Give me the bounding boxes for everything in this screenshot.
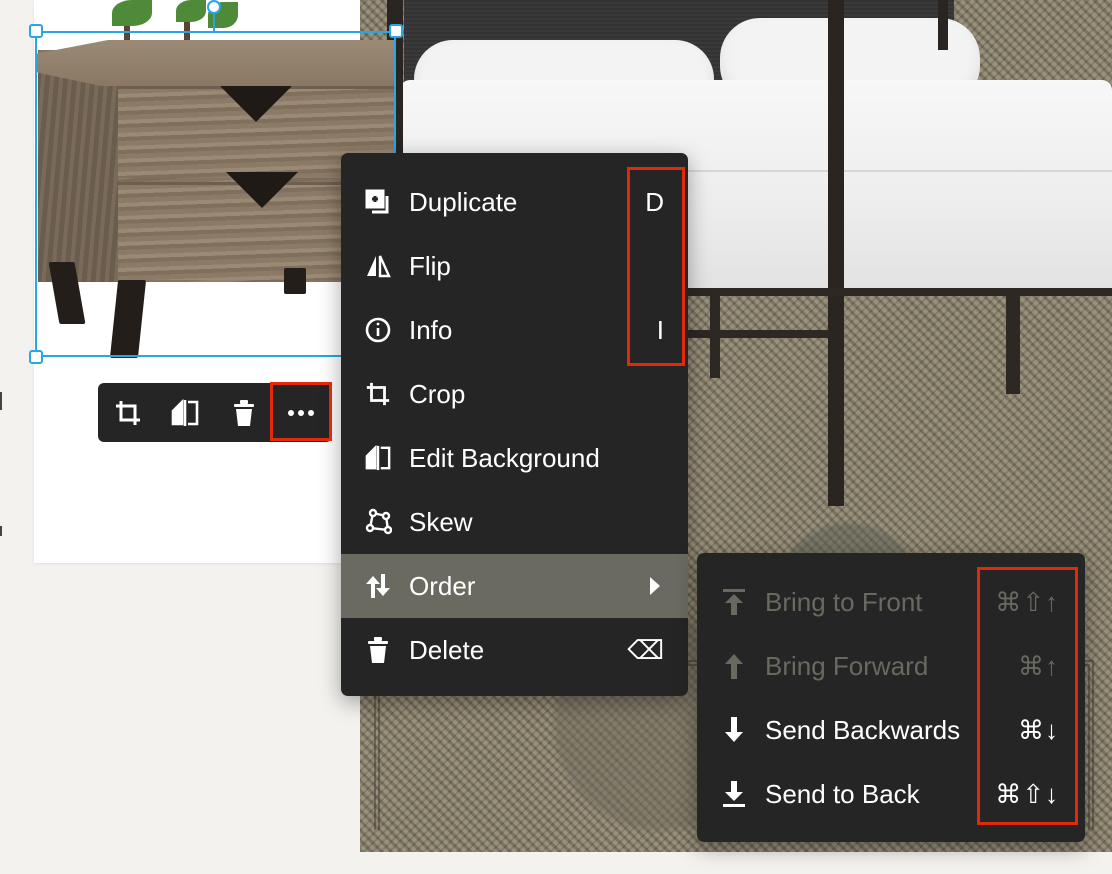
menu-item-label: Flip (409, 250, 451, 281)
delete-button[interactable] (224, 393, 264, 433)
shortcut-label: I (656, 314, 664, 345)
menu-item-crop[interactable]: Crop (341, 362, 688, 426)
bring-forward-icon (719, 651, 749, 681)
order-submenu: Bring to Front ⌘⇧↑ Bring Forward ⌘↑ Send… (697, 553, 1085, 842)
rotation-handle[interactable] (207, 0, 221, 14)
send-to-back-icon (719, 779, 749, 809)
crop-icon (116, 401, 140, 425)
edge-tick-2 (0, 526, 2, 536)
menu-item-label: Skew (409, 506, 473, 537)
flip-horizontal-icon (171, 399, 199, 426)
more-options-icon (288, 410, 314, 416)
bed-side-rail (688, 288, 1112, 296)
rotation-handle-line (213, 12, 215, 32)
submenu-item-bring-to-front[interactable]: Bring to Front ⌘⇧↑ (697, 570, 1085, 634)
menu-item-label: Duplicate (409, 186, 518, 217)
submenu-arrow-icon (650, 577, 660, 595)
crop-button[interactable] (108, 393, 148, 433)
resize-handle-top-left[interactable] (29, 24, 43, 38)
bring-to-front-icon (719, 587, 749, 617)
shortcut-label: ⌘↓ (1018, 714, 1059, 745)
bed-post-back (938, 0, 948, 50)
shortcut-label: ⌘⇧↓ (995, 778, 1059, 809)
plant-leaf (112, 0, 152, 26)
submenu-item-bring-forward[interactable]: Bring Forward ⌘↑ (697, 634, 1085, 698)
send-backwards-icon (719, 715, 749, 745)
trash-icon (363, 635, 393, 665)
edge-tick-1 (0, 392, 2, 410)
menu-item-label: Delete (409, 634, 485, 665)
submenu-item-label: Bring to Front (765, 586, 923, 617)
menu-item-duplicate[interactable]: Duplicate D (341, 170, 688, 234)
order-icon (363, 571, 393, 601)
menu-item-label: Crop (409, 378, 466, 409)
image-toolbar (98, 383, 332, 442)
menu-item-label: Info (409, 314, 453, 345)
crop-icon (363, 379, 393, 409)
bed-leg-mid (710, 296, 720, 378)
bed-leg-back (1006, 296, 1020, 394)
flip-button[interactable] (165, 393, 205, 433)
menu-item-label: Edit Background (409, 442, 600, 473)
backspace-shortcut-icon: ⌫ (627, 634, 664, 665)
bed-post-front (828, 0, 844, 506)
info-icon (363, 315, 393, 345)
flip-icon (363, 251, 393, 281)
submenu-item-label: Bring Forward (765, 650, 929, 681)
menu-item-info[interactable]: Info I (341, 298, 688, 362)
resize-handle-bottom-left[interactable] (29, 350, 43, 364)
shortcut-label: D (645, 186, 664, 217)
duplicate-icon (363, 187, 393, 217)
menu-item-flip[interactable]: Flip (341, 234, 688, 298)
edit-background-icon (363, 443, 393, 473)
menu-item-skew[interactable]: Skew (341, 490, 688, 554)
context-menu: Duplicate D Flip Info I Crop Edit Backgr… (341, 153, 688, 696)
more-options-button[interactable] (281, 393, 321, 433)
submenu-item-send-to-back[interactable]: Send to Back ⌘⇧↓ (697, 762, 1085, 826)
submenu-item-label: Send to Back (765, 778, 920, 809)
menu-item-edit-background[interactable]: Edit Background (341, 426, 688, 490)
resize-handle-top-right[interactable] (389, 24, 403, 38)
menu-item-order[interactable]: Order (341, 554, 688, 618)
menu-item-label: Order (409, 570, 476, 601)
plant-leaf-2 (176, 0, 206, 22)
submenu-item-label: Send Backwards (765, 714, 961, 745)
shortcut-label: ⌘↑ (1018, 650, 1059, 681)
menu-item-delete[interactable]: Delete ⌫ (341, 618, 688, 682)
trash-icon (234, 400, 254, 426)
skew-icon (363, 507, 393, 537)
submenu-item-send-backwards[interactable]: Send Backwards ⌘↓ (697, 698, 1085, 762)
shortcut-label: ⌘⇧↑ (995, 586, 1059, 617)
